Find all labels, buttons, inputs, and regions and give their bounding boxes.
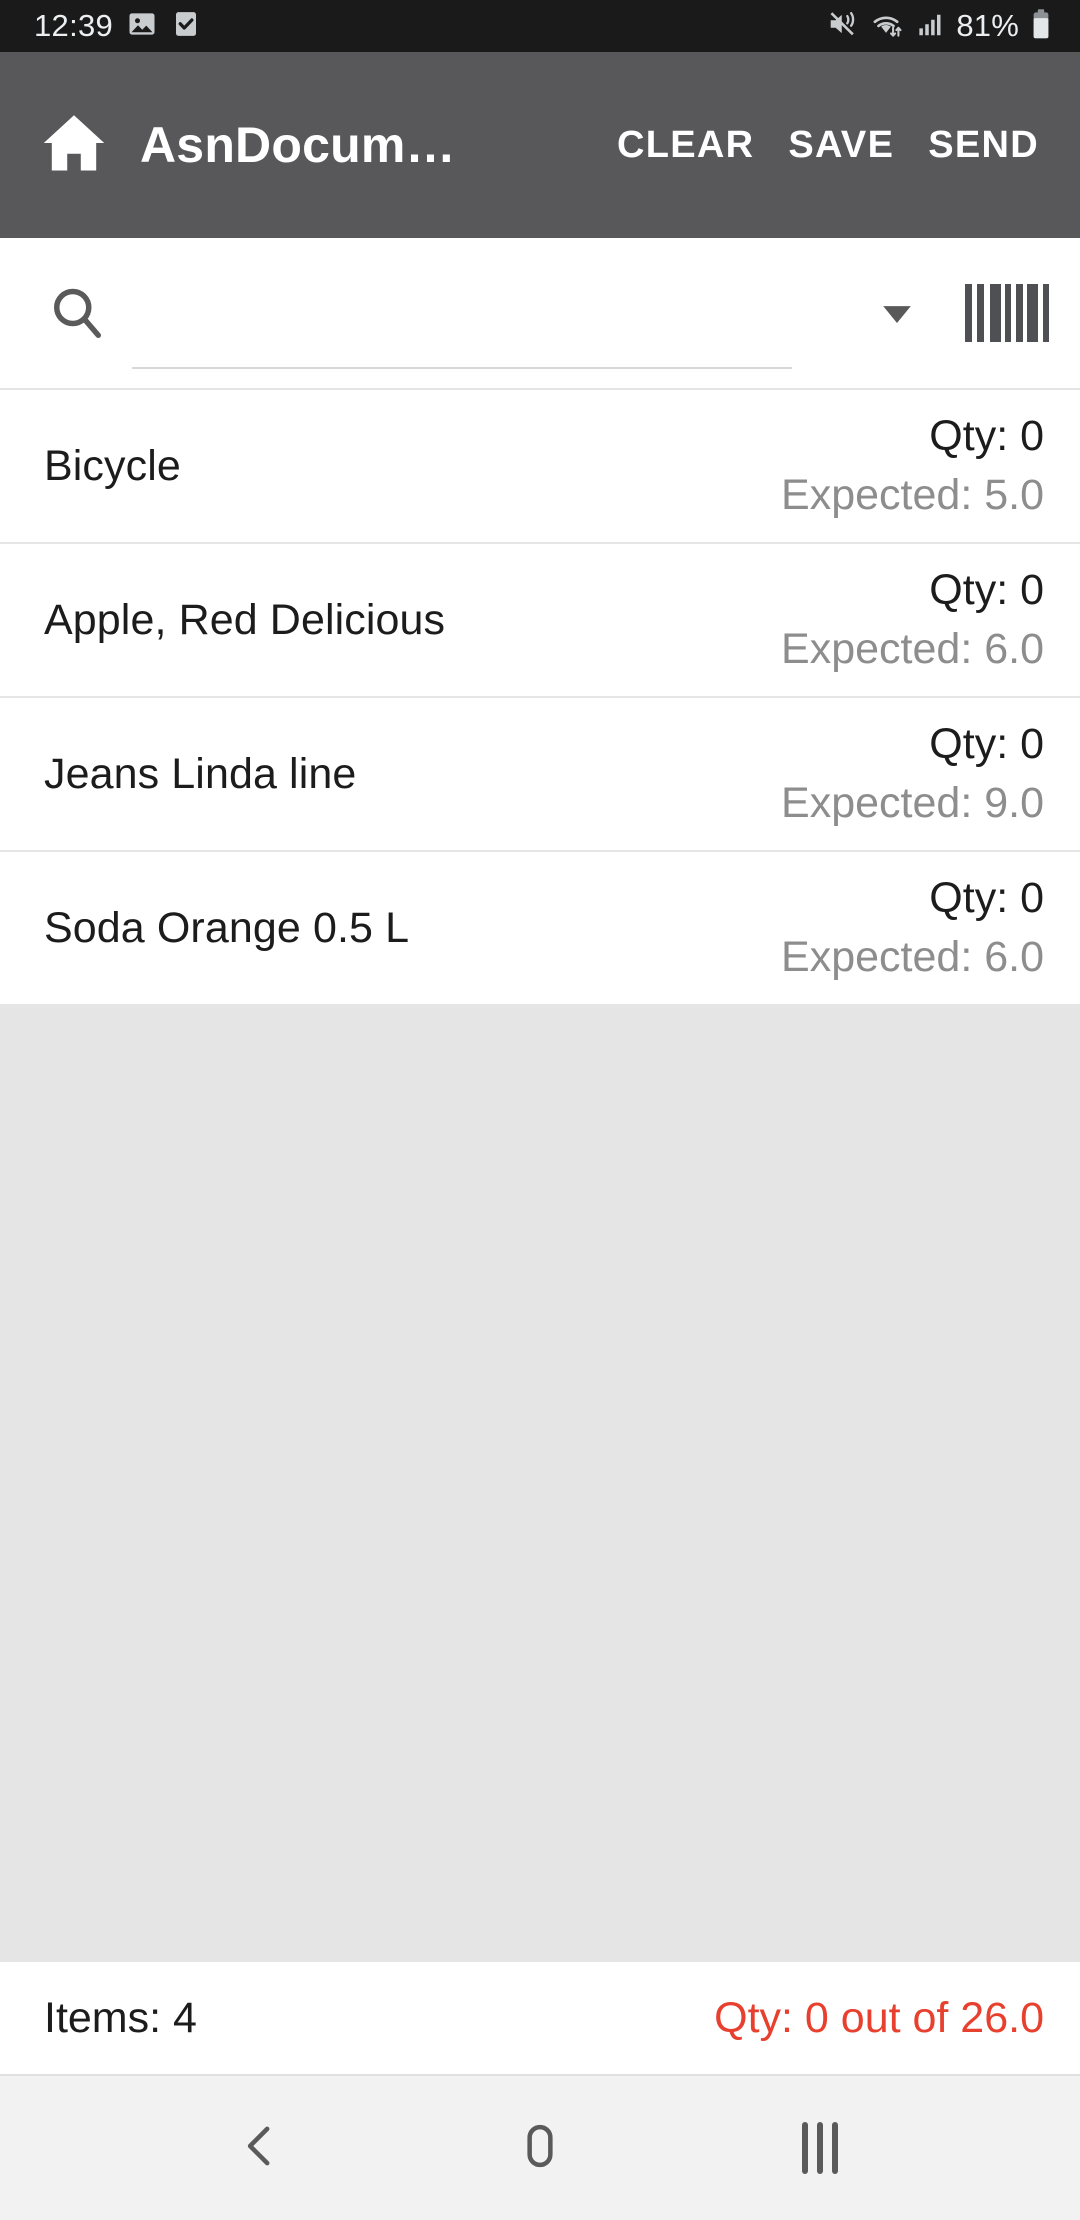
back-button[interactable]	[200, 2088, 320, 2208]
back-icon	[233, 2119, 287, 2178]
barcode-scan-button[interactable]	[962, 273, 1052, 353]
status-bar-left: 12:39	[34, 8, 201, 44]
system-navigation-bar	[0, 2076, 1080, 2220]
vibrate-mute-icon	[827, 9, 859, 44]
item-expected: Expected: 5.0	[781, 471, 1044, 519]
item-qty: Qty: 0	[929, 874, 1044, 922]
status-bar-right: 81%	[827, 8, 1052, 45]
table-row[interactable]: Soda Orange 0.5 L Qty: 0 Expected: 6.0	[0, 852, 1080, 1006]
home-circle-icon	[513, 2119, 567, 2178]
item-qty: Qty: 0	[929, 566, 1044, 614]
recents-button[interactable]	[760, 2088, 880, 2208]
search-bar	[0, 238, 1080, 390]
empty-list-area	[0, 1006, 1080, 1962]
search-input[interactable]	[132, 263, 852, 363]
item-quantities: Qty: 0 Expected: 5.0	[781, 412, 1044, 520]
table-row[interactable]: Bicycle Qty: 0 Expected: 5.0	[0, 390, 1080, 544]
search-icon[interactable]	[40, 276, 114, 350]
search-underline	[132, 367, 792, 369]
item-expected: Expected: 9.0	[781, 779, 1044, 827]
barcode-icon	[965, 284, 1049, 342]
send-button[interactable]: SEND	[911, 106, 1056, 185]
home-nav-button[interactable]	[480, 2088, 600, 2208]
app-toolbar: AsnDocum… CLEAR SAVE SEND	[0, 52, 1080, 238]
battery-icon	[1030, 8, 1052, 45]
item-name: Bicycle	[44, 441, 181, 490]
item-name: Apple, Red Delicious	[44, 595, 446, 644]
table-row[interactable]: Jeans Linda line Qty: 0 Expected: 9.0	[0, 698, 1080, 852]
item-name: Jeans Linda line	[44, 749, 357, 798]
item-quantities: Qty: 0 Expected: 9.0	[781, 720, 1044, 828]
item-expected: Expected: 6.0	[781, 625, 1044, 673]
table-row[interactable]: Apple, Red Delicious Qty: 0 Expected: 6.…	[0, 544, 1080, 698]
checkbox-icon	[171, 9, 201, 44]
item-expected: Expected: 6.0	[781, 933, 1044, 981]
clear-button[interactable]: CLEAR	[600, 106, 771, 185]
page-title: AsnDocum…	[140, 117, 456, 173]
photo-icon	[127, 9, 157, 44]
save-button[interactable]: SAVE	[771, 106, 911, 185]
item-qty: Qty: 0	[929, 412, 1044, 460]
item-quantities: Qty: 0 Expected: 6.0	[781, 874, 1044, 982]
status-bar: 12:39 81%	[0, 0, 1080, 52]
item-qty: Qty: 0	[929, 720, 1044, 768]
chevron-down-icon[interactable]	[862, 278, 932, 348]
battery-percent-label: 81%	[956, 8, 1019, 43]
status-bar-clock: 12:39	[34, 8, 114, 43]
cellular-signal-icon	[915, 9, 945, 44]
wifi-icon	[870, 9, 904, 44]
home-icon	[37, 106, 111, 185]
search-field-wrapper	[132, 237, 852, 389]
items-count-label: Items: 4	[44, 1993, 197, 2042]
toolbar-actions: CLEAR SAVE SEND	[600, 106, 1056, 185]
home-button[interactable]	[32, 103, 116, 187]
summary-bar: Items: 4 Qty: 0 out of 26.0	[0, 1962, 1080, 2076]
app-screen: 12:39 81% AsnDocum… CLEAR SAVE SEND Bicy…	[0, 0, 1080, 2220]
recents-icon	[802, 2122, 838, 2174]
document-line-list: Bicycle Qty: 0 Expected: 5.0 Apple, Red …	[0, 390, 1080, 1006]
item-quantities: Qty: 0 Expected: 6.0	[781, 566, 1044, 674]
item-name: Soda Orange 0.5 L	[44, 903, 410, 952]
qty-total-label: Qty: 0 out of 26.0	[714, 1993, 1044, 2042]
